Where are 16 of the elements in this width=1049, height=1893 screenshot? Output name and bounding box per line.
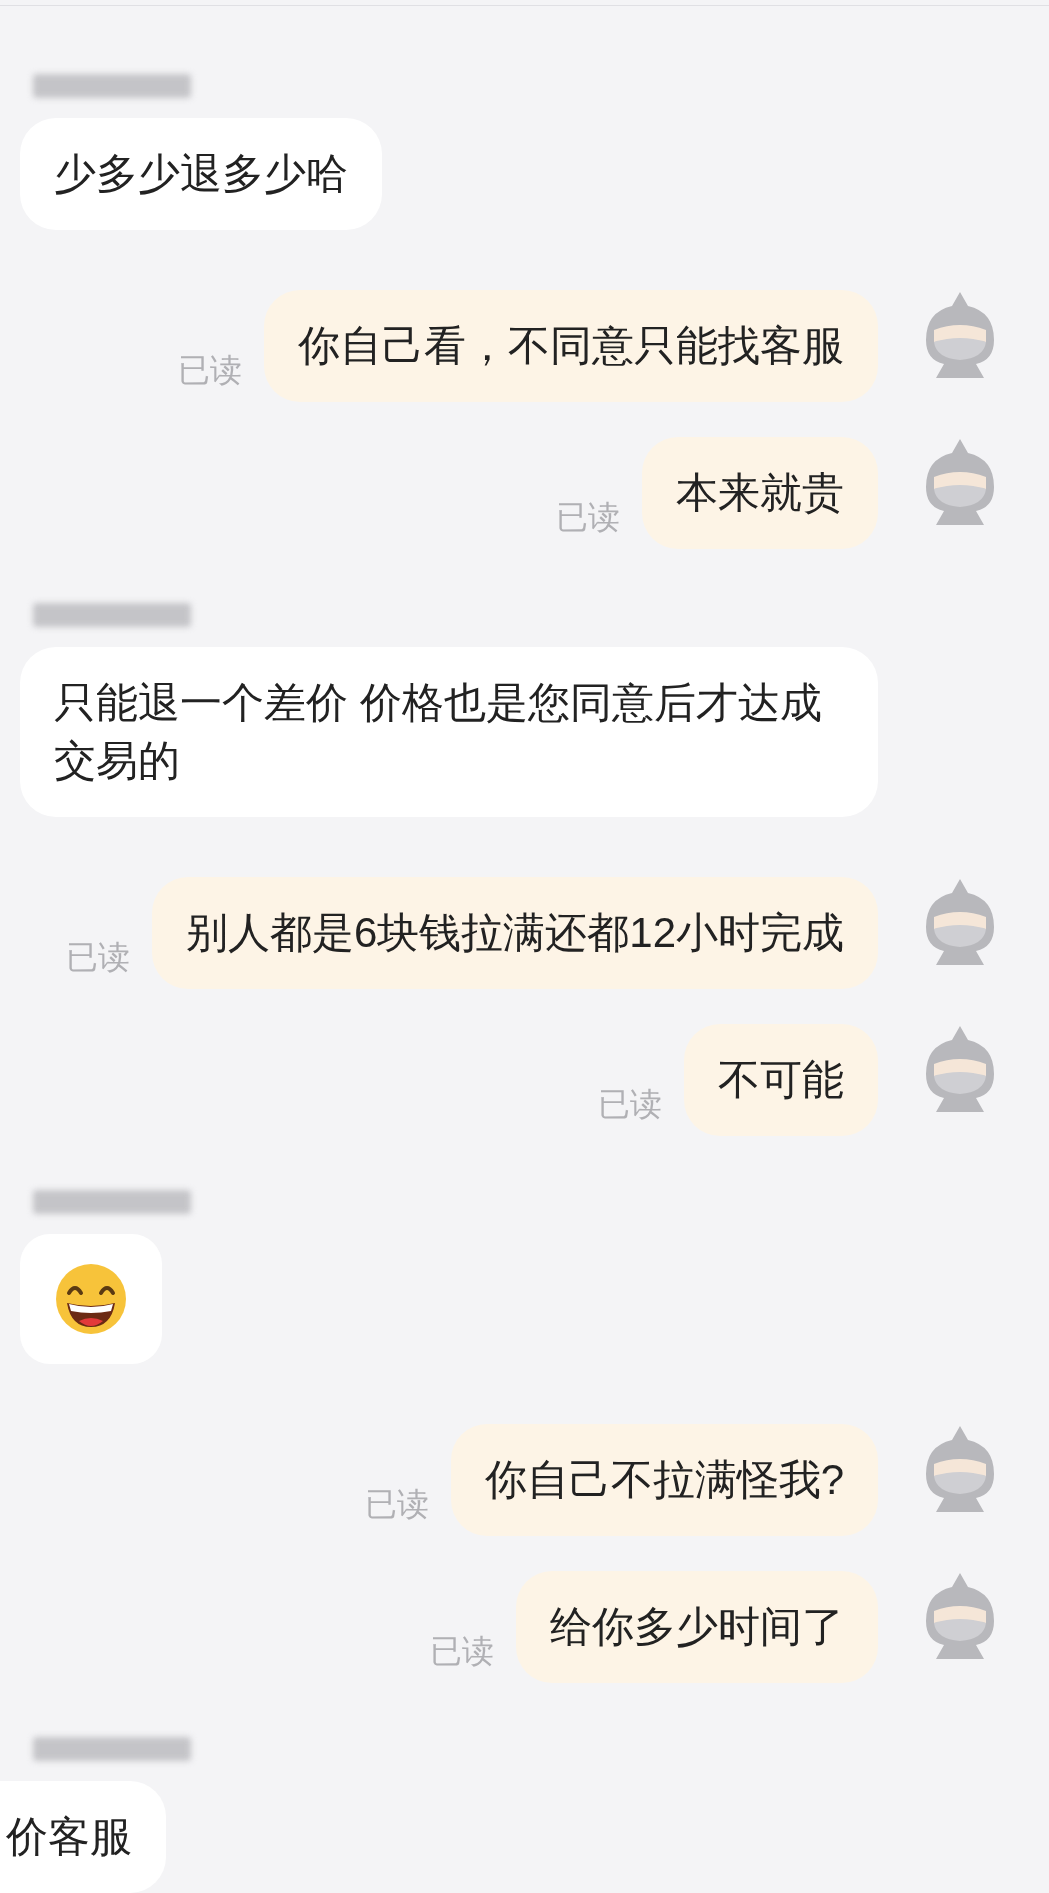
message-bubble: 给你多少时间了 <box>516 1571 878 1683</box>
message-bubble: 少多少退多少哈 <box>20 118 382 230</box>
message-bubble: 只能退一个差价 价格也是您同意后才达成交易的 <box>20 647 878 817</box>
emoji-icon <box>53 1261 129 1337</box>
read-receipt: 已读 <box>556 498 620 537</box>
message-bubble: 你自己看，不同意只能找客服 <box>264 290 878 402</box>
message-bubble: 价客服 <box>0 1781 166 1893</box>
read-receipt: 已读 <box>178 351 242 390</box>
message-bubble: 本来就贵 <box>642 437 878 549</box>
message-bubble: 不可能 <box>684 1024 878 1136</box>
read-receipt: 已读 <box>598 1085 662 1124</box>
read-receipt: 已读 <box>65 938 130 977</box>
read-receipt: 已读 <box>430 1632 494 1671</box>
message-bubble: 别人都是6块钱拉满还都12小时完成 <box>151 877 878 989</box>
read-receipt: 已读 <box>364 1485 429 1524</box>
message-bubble: 你自己不拉满怪我? <box>450 1424 878 1536</box>
